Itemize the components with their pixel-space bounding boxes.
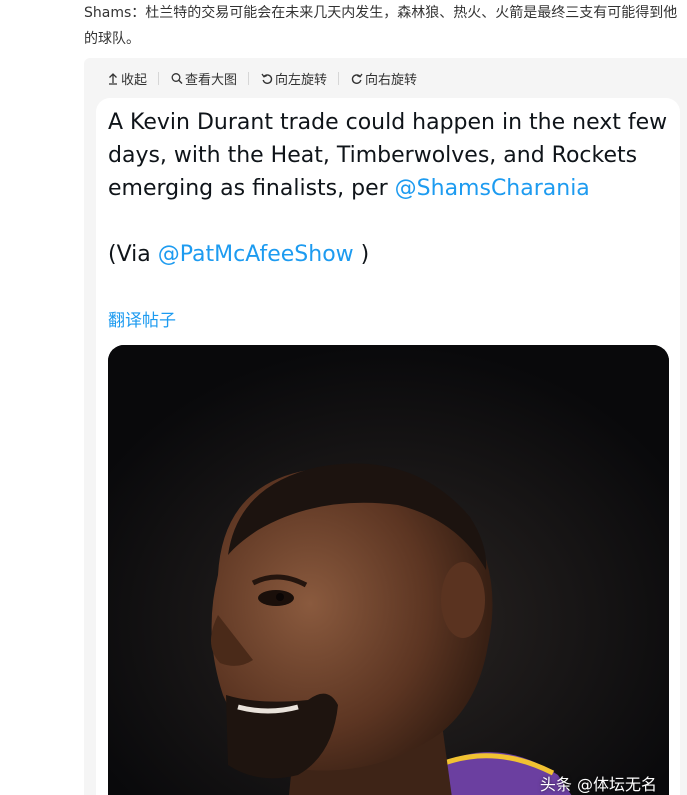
tweet-via: (Via @PatMcAfeeShow ) (108, 238, 668, 271)
rotate-left-label: 向左旋转 (275, 72, 328, 88)
search-icon (170, 71, 183, 85)
toolbar-divider (248, 71, 250, 85)
translate-post-link[interactable]: 翻译帖子 (108, 306, 176, 331)
mention-link-shams[interactable]: @ShamsCharania (395, 176, 590, 201)
collapse-label: 收起 (121, 72, 148, 88)
view-large-button[interactable]: 查看大图 (170, 69, 237, 88)
image-viewer: 收起 查看大图 向左旋转 向右旋转 A Kevin Durant trade c… (84, 58, 687, 795)
rotate-left-button[interactable]: 向左旋转 (260, 69, 327, 88)
mention-link-mcafee[interactable]: @PatMcAfeeShow (158, 242, 354, 267)
source-watermark: 头条 @体坛无名 (539, 775, 657, 794)
rotate-right-label: 向右旋转 (365, 72, 418, 88)
via-open: (Via (108, 242, 158, 267)
collapse-icon (106, 71, 119, 85)
via-close: ) (353, 242, 370, 267)
tweet-photo[interactable]: 头条 @体坛无名 (108, 345, 669, 795)
view-large-label: 查看大图 (185, 72, 238, 88)
collapse-button[interactable]: 收起 (106, 69, 147, 88)
tweet-text: A Kevin Durant trade could happen in the… (108, 106, 668, 205)
image-toolbar: 收起 查看大图 向左旋转 向右旋转 (106, 68, 417, 88)
rotate-right-icon (350, 71, 363, 85)
tweet-body: A Kevin Durant trade could happen in the… (108, 106, 668, 271)
rotate-left-icon (260, 71, 273, 85)
rotate-right-button[interactable]: 向右旋转 (350, 69, 417, 88)
tweet-card: A Kevin Durant trade could happen in the… (96, 98, 680, 795)
toolbar-divider (338, 71, 340, 85)
player-photo (108, 345, 669, 795)
toolbar-divider (158, 71, 160, 85)
intro-text: Shams：杜兰特的交易可能会在未来几天内发生，森林狼、热火、火箭是最终三支有可… (84, 5, 678, 47)
